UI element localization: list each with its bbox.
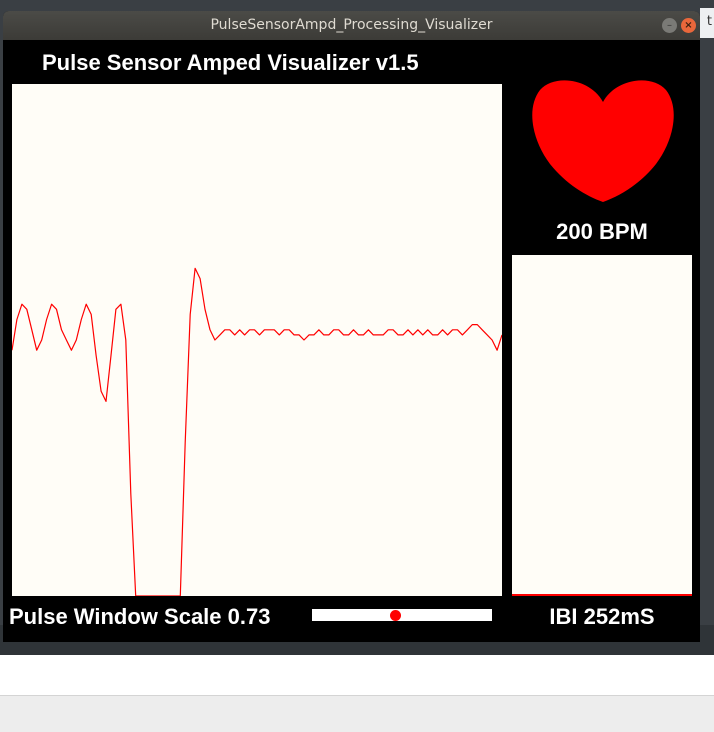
scale-label: Pulse Window Scale 0.73 [9, 604, 271, 629]
pulse-waveform-panel [11, 84, 503, 597]
ibi-readout: IBI 252mS [549, 604, 655, 629]
app-heading: Pulse Sensor Amped Visualizer v1.5 [42, 50, 419, 75]
bpm-history-panel [512, 255, 692, 596]
background-page-footer [0, 695, 714, 732]
window-titlebar[interactable]: PulseSensorAmpd_Processing_Visualizer – … [3, 11, 700, 40]
scale-slider-handle[interactable] [389, 610, 401, 621]
minimize-button[interactable]: – [662, 18, 677, 33]
scale-slider-track[interactable] [312, 609, 492, 621]
pulse-waveform-chart [11, 267, 503, 597]
bpm-history-baseline [512, 594, 692, 596]
background-window-text: t [706, 14, 712, 29]
pulse-waveform-line [11, 267, 503, 597]
bpm-readout: 200 BPM [556, 219, 648, 244]
visualizer-window: PulseSensorAmpd_Processing_Visualizer – … [3, 11, 700, 642]
heart-icon [532, 80, 674, 202]
window-title: PulseSensorAmpd_Processing_Visualizer [210, 17, 493, 33]
close-button[interactable]: × [681, 18, 696, 33]
